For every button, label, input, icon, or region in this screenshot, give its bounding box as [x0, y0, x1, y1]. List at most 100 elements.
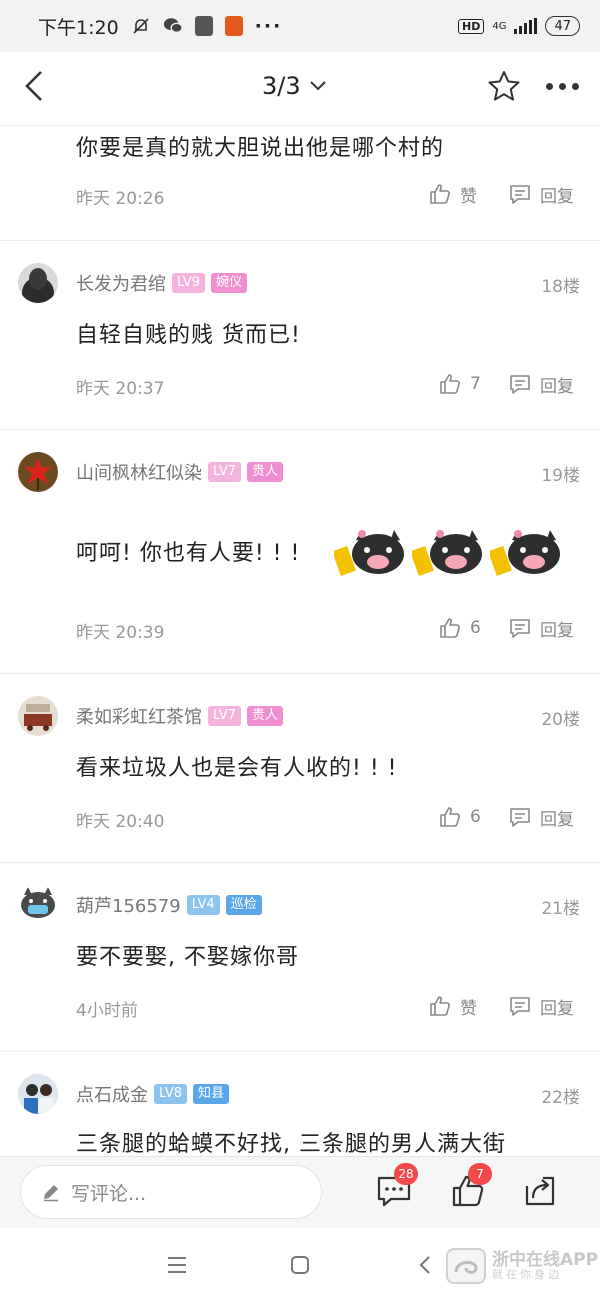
avatar[interactable]: [18, 1074, 58, 1114]
battery-indicator: 47: [545, 16, 580, 36]
like-count: 6: [470, 618, 481, 638]
comment-count-badge: 28: [394, 1163, 418, 1185]
comment-content: 三条腿的蛤蟆不好找, 三条腿的男人满大街: [76, 1132, 506, 1156]
page-indicator-label: 3/3: [262, 72, 301, 100]
reply-bubble-icon: [510, 619, 530, 638]
comment-time: 4小时前: [76, 1001, 138, 1021]
comment-content: 自轻自贱的贱 货而已!: [76, 323, 301, 348]
level-badge: LV7: [208, 462, 241, 482]
sticker-row: [334, 526, 564, 586]
share-button[interactable]: [518, 1169, 562, 1213]
floor-number: 22楼: [541, 1088, 580, 1108]
reply-label: 回复: [540, 809, 574, 830]
wechat-icon: [163, 16, 183, 36]
rank-badge: 巡检: [225, 895, 262, 915]
like-button[interactable]: 7: [438, 370, 481, 398]
avatar[interactable]: [18, 263, 58, 303]
comment-item: 山间枫林红似染 LV7 贵人 19楼 呵呵! 你也有人要! ! ! 昨天 20:…: [0, 430, 600, 673]
comment-content: 要不要娶, 不娶嫁你哥: [76, 945, 299, 970]
mute-bell-icon: [131, 16, 151, 36]
user-row: 点石成金 LV8 知县: [76, 1080, 229, 1108]
like-button[interactable]: 6: [438, 614, 481, 642]
like-post-button[interactable]: 7: [446, 1163, 492, 1213]
star-icon: [488, 71, 520, 101]
system-nav-bar: 浙中在线APP 就在你身边: [0, 1228, 600, 1300]
thumbs-up-icon: [440, 374, 460, 394]
comment-item-partial: 你要是真的就大胆说出他是哪个村的 昨天 20:26 赞 回复: [0, 126, 600, 240]
rank-badge: 贵人: [246, 462, 283, 482]
user-row: 长发为君绾 LV9 婉仪: [76, 269, 247, 297]
like-button[interactable]: 赞: [428, 180, 477, 208]
reply-button[interactable]: 回复: [508, 803, 574, 831]
avatar[interactable]: [18, 696, 58, 736]
reply-button[interactable]: 回复: [508, 614, 574, 642]
floor-number: 21楼: [541, 899, 580, 919]
like-label: 赞: [460, 998, 477, 1019]
watermark: 浙中在线APP 就在你身边: [446, 1248, 598, 1284]
reply-button[interactable]: 回复: [508, 992, 574, 1020]
rank-badge: 知县: [192, 1084, 229, 1104]
pig-sticker-icon: [490, 530, 560, 576]
watermark-text: 浙中在线APP 就在你身边: [492, 1250, 598, 1282]
username[interactable]: 长发为君绾: [76, 270, 166, 296]
level-badge: LV4: [186, 895, 220, 915]
thumbs-up-icon: [440, 807, 460, 827]
comments-button[interactable]: 28: [372, 1163, 418, 1213]
comment-item: 点石成金 LV8 知县 22楼 三条腿的蛤蟆不好找, 三条腿的男人满大街: [0, 1052, 600, 1156]
reply-label: 回复: [540, 620, 574, 641]
reply-button[interactable]: 回复: [508, 370, 574, 398]
comment-time: 昨天 20:40: [76, 812, 165, 832]
app-notification-icon: [194, 16, 213, 36]
reply-bubble-icon: [510, 375, 530, 394]
share-icon: [525, 1176, 555, 1206]
favorite-button[interactable]: [484, 66, 524, 106]
like-label: 赞: [460, 186, 477, 207]
more-options-button[interactable]: [540, 66, 584, 106]
comment-action-bar: 写评论... 28 7: [0, 1156, 600, 1228]
chevron-left-icon: [419, 1256, 430, 1274]
watermark-logo-icon: [446, 1248, 486, 1284]
system-back-button[interactable]: [410, 1250, 440, 1280]
page-indicator[interactable]: 3/3: [262, 68, 327, 104]
home-button[interactable]: [285, 1250, 315, 1280]
thumbs-up-icon: [430, 996, 450, 1016]
reply-label: 回复: [540, 376, 574, 397]
like-button[interactable]: 6: [438, 803, 481, 831]
like-count-badge: 7: [468, 1163, 492, 1185]
reply-label: 回复: [540, 186, 574, 207]
write-comment-placeholder: 写评论...: [71, 1182, 147, 1205]
like-count: 6: [470, 807, 481, 827]
reply-label: 回复: [540, 998, 574, 1019]
username[interactable]: 柔如彩虹红茶馆: [76, 703, 202, 729]
user-row: 山间枫林红似染 LV7 贵人: [76, 458, 283, 486]
comment-time: 昨天 20:26: [76, 189, 165, 209]
menu-icon: [168, 1257, 186, 1273]
like-count: 7: [470, 374, 481, 394]
reply-button[interactable]: 回复: [508, 180, 574, 208]
pig-sticker-icon: [334, 530, 404, 576]
avatar[interactable]: [18, 885, 58, 925]
pencil-icon: [44, 1185, 58, 1202]
level-badge: LV8: [154, 1084, 187, 1104]
menu-button[interactable]: [162, 1250, 192, 1280]
comment-time: 昨天 20:37: [76, 379, 165, 399]
dot-icon: [558, 82, 566, 90]
comment-item: 柔如彩虹红茶馆 LV7 贵人 20楼 看来垃圾人也是会有人收的! ! ! 昨天 …: [0, 674, 600, 862]
reply-bubble-icon: [510, 997, 530, 1016]
pig-sticker-icon: [412, 530, 482, 576]
username[interactable]: 山间枫林红似染: [76, 459, 202, 485]
rank-badge: 婉仪: [210, 273, 247, 293]
back-button[interactable]: [14, 66, 54, 106]
floor-number: 19楼: [541, 466, 580, 486]
like-button[interactable]: 赞: [428, 992, 477, 1020]
comment-content: 呵呵! 你也有人要! ! !: [76, 541, 301, 566]
comment-content: 你要是真的就大胆说出他是哪个村的: [76, 136, 445, 161]
write-comment-input[interactable]: 写评论...: [20, 1165, 322, 1219]
username[interactable]: 点石成金: [76, 1081, 148, 1107]
rank-badge: 贵人: [246, 706, 283, 726]
username[interactable]: 葫芦156579: [76, 892, 181, 918]
thumbs-up-icon: [440, 618, 460, 638]
avatar[interactable]: [18, 452, 58, 492]
signal-icon: [514, 18, 538, 34]
floor-number: 20楼: [541, 710, 580, 730]
